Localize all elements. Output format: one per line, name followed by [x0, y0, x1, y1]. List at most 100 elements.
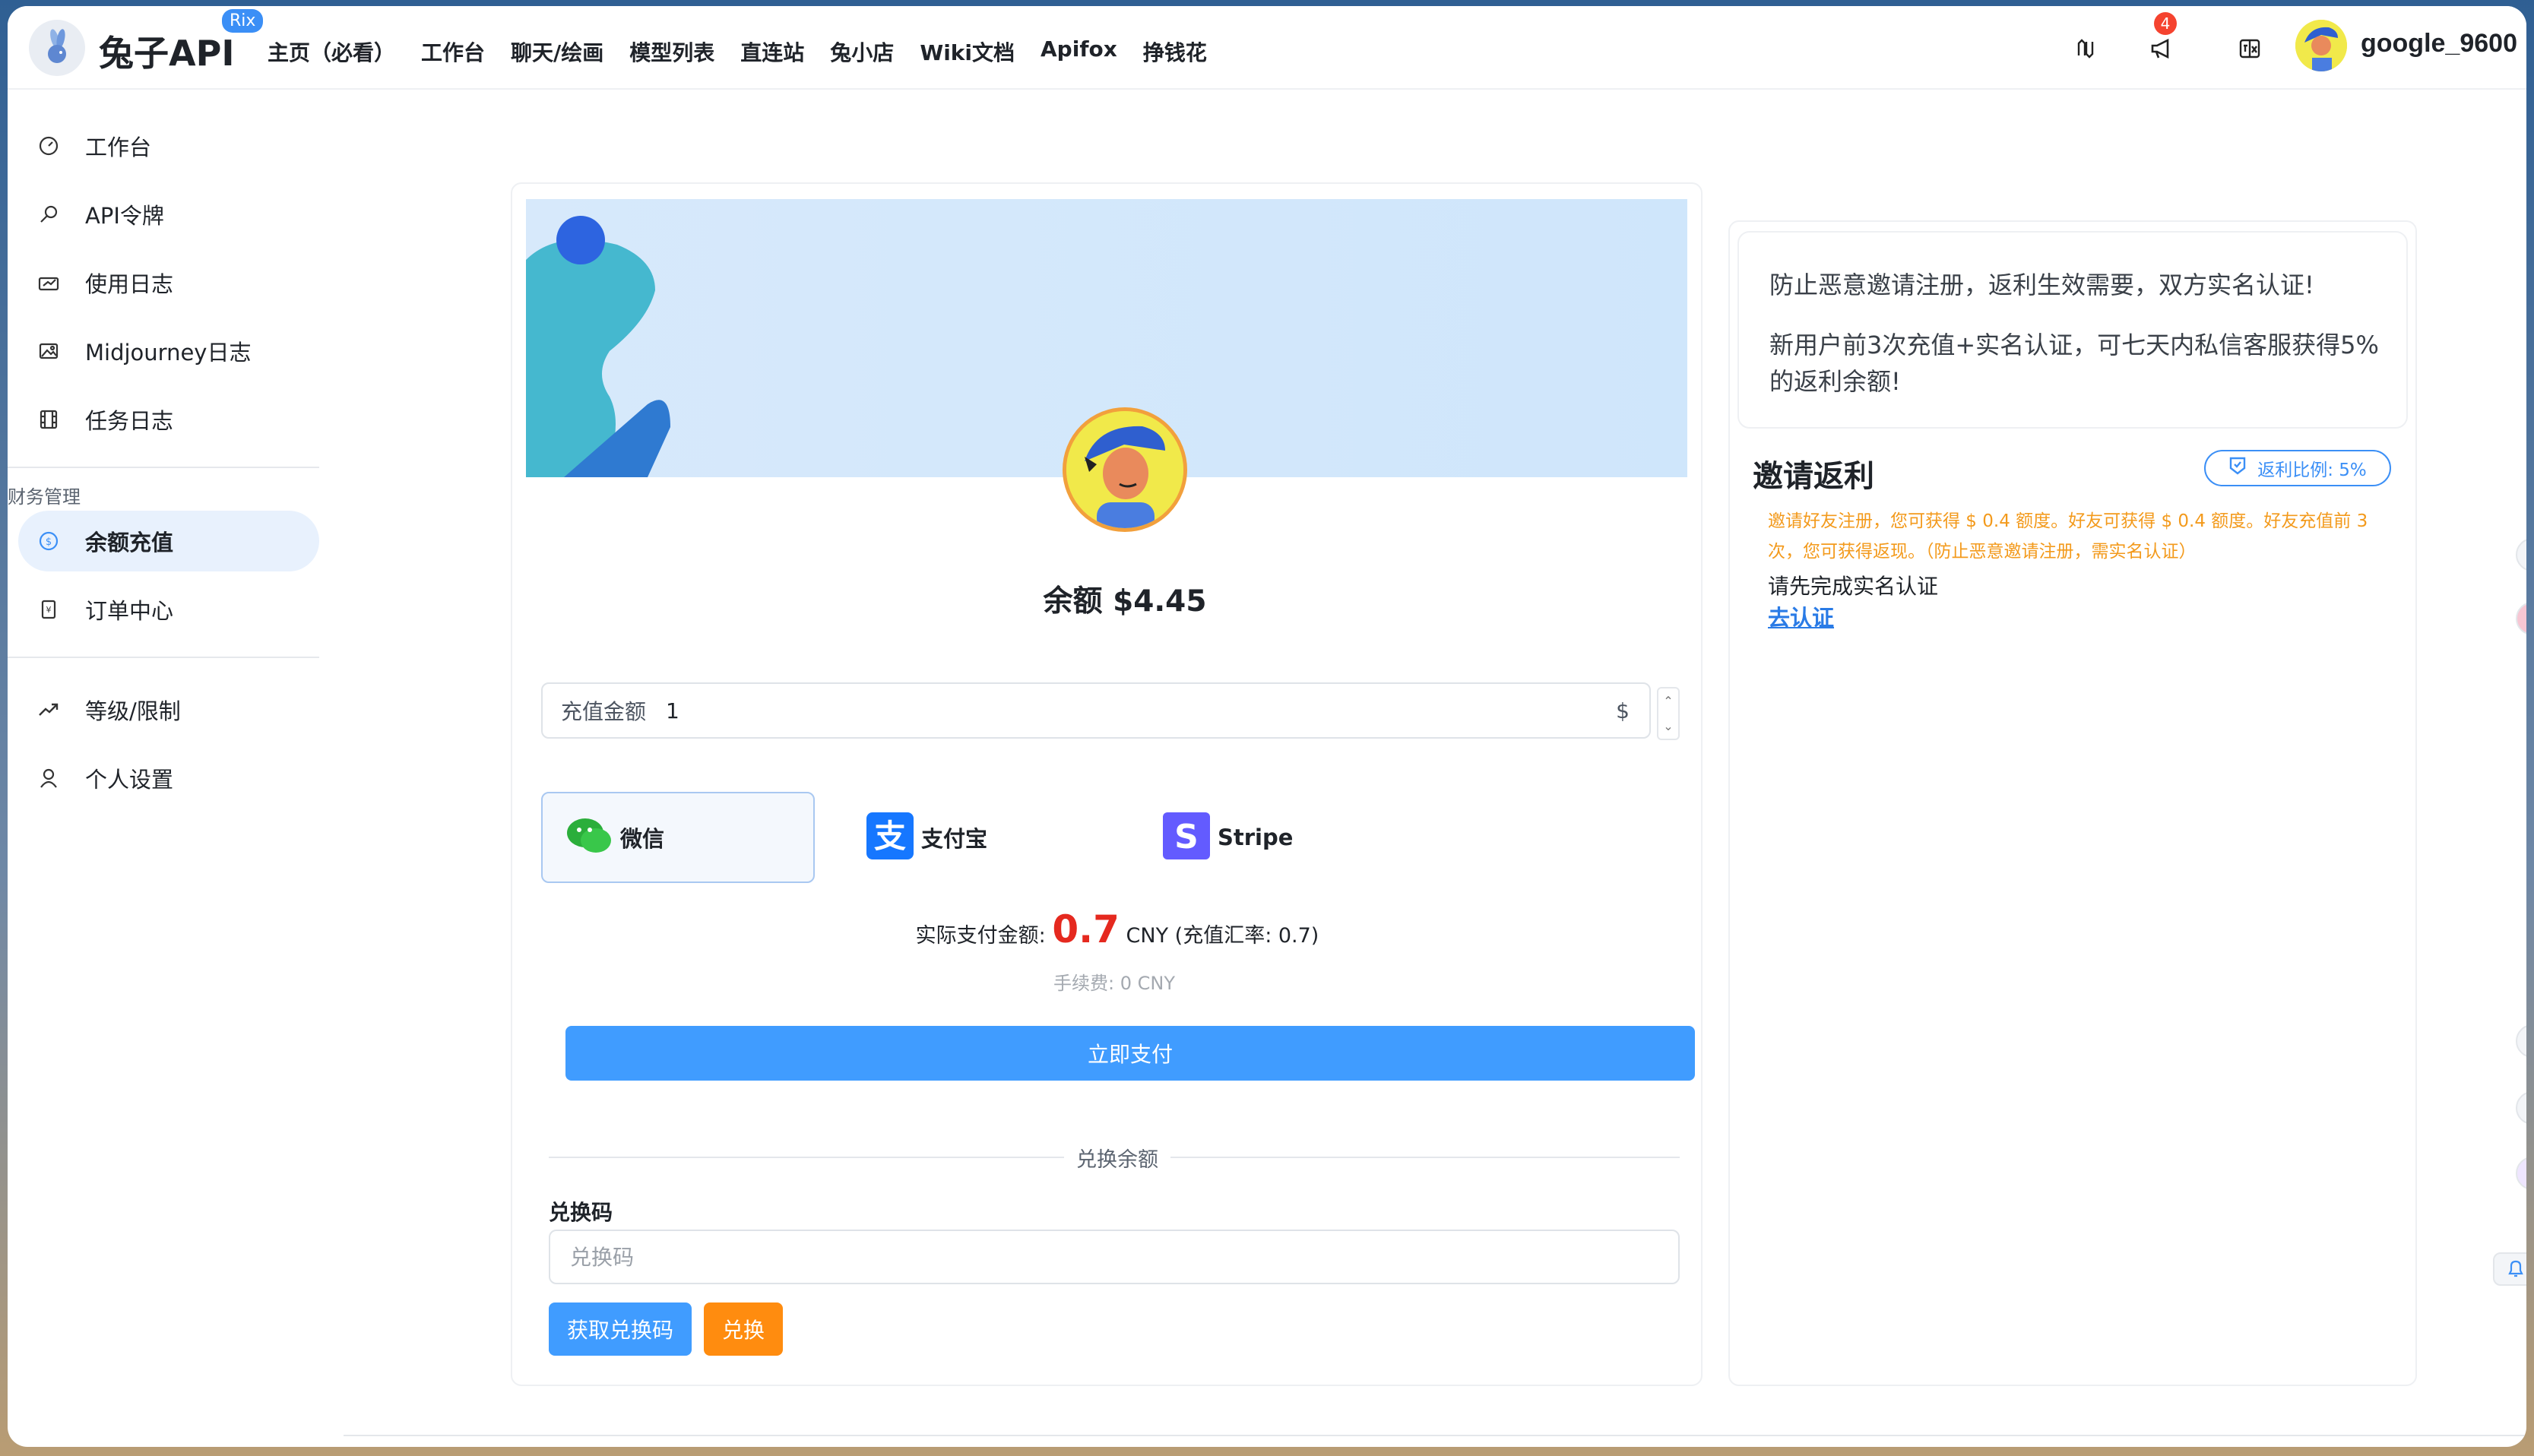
profile-avatar [1063, 407, 1187, 532]
chevron-up-icon[interactable]: ⌃ [1663, 694, 1673, 708]
language-icon[interactable] [2235, 33, 2265, 64]
top-header: 兔子API Rix 主页（必看） 工作台 聊天/绘画 模型列表 直连站 兔小店 … [8, 6, 2526, 90]
payment-option-alipay[interactable]: 支 支付宝 [866, 792, 1117, 883]
nav-workbench[interactable]: 工作台 [421, 36, 485, 67]
amount-value[interactable]: 1 [666, 698, 679, 723]
invite-notice: 防止恶意邀请注册，返利生效需要，双方实名认证! 新用户前3次充值+实名认证，可七… [1737, 231, 2408, 429]
nav-direct[interactable]: 直连站 [740, 36, 804, 67]
actual-payment: 实际支付金额: 0.7 CNY (充值汇率: 0.7) [768, 907, 1467, 951]
amount-label: 充值金额 [561, 699, 647, 724]
sidebar-item-api-token[interactable]: API令牌 [18, 184, 319, 245]
sidebar-item-usage-log[interactable]: 使用日志 [18, 252, 319, 313]
balance-display: 余额 $4.45 [1043, 584, 1207, 619]
redeem-code-label: 兑换码 [549, 1200, 613, 1225]
browser-window: 兔子API Rix 主页（必看） 工作台 聊天/绘画 模型列表 直连站 兔小店 … [8, 6, 2526, 1447]
notice-line-2: 新用户前3次充值+实名认证，可七天内私信客服获得5%的返利余额! [1769, 331, 2379, 396]
payment-option-stripe[interactable]: S Stripe [1163, 792, 1414, 883]
receipt-icon: ¥ [33, 594, 64, 625]
pay-now-button[interactable]: 立即支付 [565, 1026, 1695, 1081]
film-icon [33, 404, 64, 435]
sidebar-item-label: 使用日志 [85, 271, 174, 297]
bell-icon[interactable] [2493, 1252, 2526, 1286]
notification-badge: 4 [2154, 12, 2177, 35]
main-nav: 主页（必看） 工作台 聊天/绘画 模型列表 直连站 兔小店 Wiki文档 Api… [268, 36, 1233, 67]
nav-chat[interactable]: 聊天/绘画 [511, 36, 603, 67]
nav-wiki[interactable]: Wiki文档 [920, 36, 1015, 67]
nav-home[interactable]: 主页（必看） [268, 36, 395, 67]
brand-badge: Rix [222, 9, 264, 33]
svg-text:¥: ¥ [46, 605, 52, 615]
invite-description: 邀请好友注册，您可获得 $ 0.4 额度。好友可获得 $ 0.4 额度。好友充值… [1768, 511, 2368, 562]
sidebar-item-orders[interactable]: ¥ 订单中心 [18, 579, 319, 640]
chevron-down-icon[interactable]: ⌄ [1663, 719, 1673, 733]
image-icon [33, 336, 64, 366]
sidebar-item-label: API令牌 [85, 203, 164, 229]
nav-shop[interactable]: 兔小店 [830, 36, 894, 67]
fee-text: 手续费: 0 CNY [1053, 973, 1175, 994]
sidebar-item-workbench[interactable]: 工作台 [18, 116, 319, 176]
sidebar-item-level-limit[interactable]: 等级/限制 [18, 679, 319, 740]
user-avatar[interactable] [2295, 20, 2347, 71]
floating-widget[interactable] [2516, 1091, 2526, 1125]
alipay-icon: 支 [866, 812, 914, 863]
sidebar-item-label: Midjourney日志 [85, 340, 252, 366]
sidebar-item-label: 等级/限制 [85, 698, 181, 724]
translate-icon[interactable] [2070, 33, 2101, 64]
svg-text:支: 支 [874, 818, 906, 855]
sidebar-item-label: 任务日志 [85, 408, 174, 434]
get-code-button[interactable]: 获取兑换码 [549, 1302, 692, 1356]
nav-models[interactable]: 模型列表 [629, 36, 714, 67]
currency-suffix: $ [1616, 698, 1630, 723]
payment-name: 支付宝 [921, 826, 988, 852]
verify-prompt: 请先完成实名认证 [1768, 574, 1939, 599]
stripe-icon: S [1163, 812, 1210, 863]
sidebar-item-settings[interactable]: 个人设置 [18, 748, 319, 809]
sidebar-item-task-log[interactable]: 任务日志 [18, 389, 319, 450]
brand-name[interactable]: 兔子API [99, 26, 234, 76]
user-icon [33, 763, 64, 793]
amount-stepper[interactable]: ⌃ ⌄ [1657, 687, 1680, 740]
ratio-text: 返利比例: 5% [2257, 461, 2367, 480]
topup-amount-input[interactable]: 充值金额 1 $ [541, 682, 1651, 739]
payment-name: Stripe [1218, 825, 1294, 850]
nav-earn[interactable]: 挣钱花 [1143, 36, 1207, 67]
sidebar-item-label: 工作台 [85, 135, 152, 160]
actual-prefix: 实际支付金额: [915, 924, 1046, 948]
verify-link[interactable]: 去认证 [1768, 600, 1834, 632]
rebate-ratio-tag: 返利比例: 5% [2204, 450, 2391, 486]
sidebar-item-label: 订单中心 [85, 598, 174, 624]
footer-divider [344, 1435, 2526, 1436]
sidebar-divider [8, 467, 319, 468]
shield-icon [2228, 456, 2247, 480]
redeem-button[interactable]: 兑换 [704, 1302, 783, 1356]
nav-apifox[interactable]: Apifox [1041, 36, 1117, 67]
payment-option-wechat[interactable]: 微信 [541, 792, 815, 883]
sidebar-item-midjourney-log[interactable]: Midjourney日志 [18, 321, 319, 381]
floating-widget[interactable] [2516, 1157, 2526, 1190]
dashboard-icon [33, 131, 64, 161]
floating-widget[interactable] [2516, 538, 2526, 571]
payment-name: 微信 [620, 826, 665, 852]
sidebar-item-label: 余额充值 [85, 530, 174, 555]
floating-widget[interactable] [2516, 602, 2526, 635]
megaphone-icon[interactable] [2146, 33, 2177, 64]
sidebar-section-title: 财务管理 [8, 486, 81, 508]
svg-text:S: S [1174, 818, 1199, 856]
dollar-circle-icon: $ [33, 526, 64, 556]
key-icon [33, 199, 64, 229]
svg-text:$: $ [46, 537, 52, 548]
redeem-section-title: 兑换余额 [1064, 1143, 1170, 1173]
sidebar-divider [8, 657, 319, 658]
username[interactable]: google_9600 [2361, 29, 2517, 59]
redeem-code-input[interactable] [549, 1230, 1680, 1284]
trend-icon [33, 695, 64, 725]
sidebar-item-label: 个人设置 [85, 767, 174, 793]
invite-title: 邀请返利 [1753, 459, 1874, 494]
floating-widget[interactable] [2516, 1024, 2526, 1058]
rabbit-logo-icon[interactable] [29, 20, 85, 76]
actual-suffix: CNY (充值汇率: 0.7) [1126, 924, 1319, 948]
sidebar-item-topup[interactable]: $ 余额充值 [18, 511, 319, 571]
notice-line-1: 防止恶意邀请注册，返利生效需要，双方实名认证! [1769, 271, 2314, 299]
wechat-icon [565, 816, 613, 859]
actual-amount: 0.7 [1052, 907, 1120, 951]
